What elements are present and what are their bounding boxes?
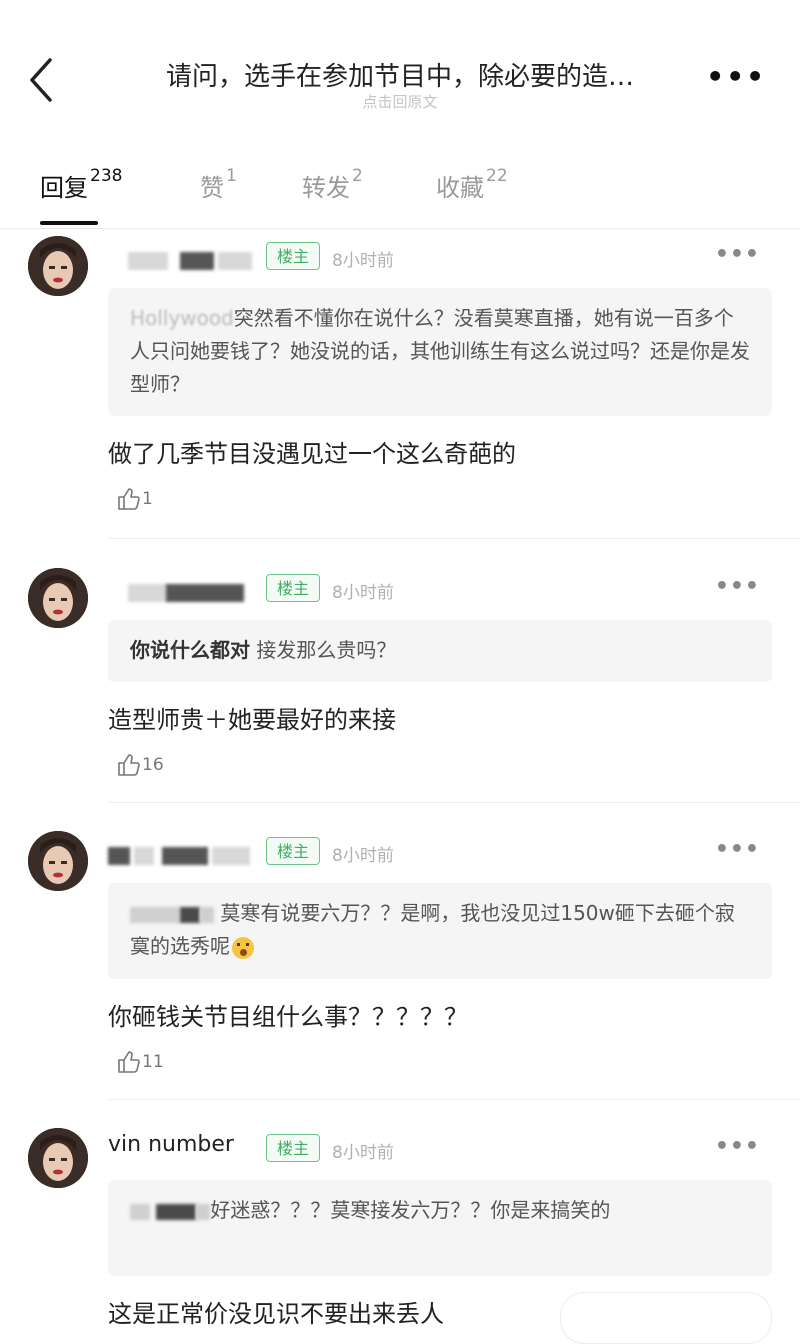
tab-bar: 回复 238 赞1 转发 2 收藏 22 <box>0 150 800 229</box>
op-badge: 楼主 <box>266 837 320 865</box>
more-dots-icon[interactable]: ••• <box>706 60 766 93</box>
tab-count: 22 <box>486 166 508 186</box>
quote-text: 接发那么贵吗？ <box>250 638 397 662</box>
quote-username: 你说什么都对 <box>130 638 250 662</box>
like-button[interactable]: 11 <box>116 1049 164 1075</box>
like-count: 1 <box>142 489 153 509</box>
thumbs-up-icon <box>118 1051 140 1073</box>
comment-more-icon[interactable]: ••• <box>715 837 760 862</box>
comment-body: 你砸钱关节目组什么事？？？？？ <box>108 1003 468 1031</box>
like-button[interactable]: 16 <box>116 752 164 778</box>
tab-count: 2 <box>352 166 363 186</box>
op-badge: 楼主 <box>266 574 320 602</box>
tab-count: 238 <box>90 166 123 186</box>
redacted-quote-user <box>180 906 200 923</box>
tab-label: 回复 <box>40 174 88 202</box>
active-tab-indicator <box>40 221 98 225</box>
redacted-quote-user <box>200 906 214 923</box>
avatar-image <box>28 236 88 296</box>
quote-prefix-blurred: Hollywood <box>130 306 234 330</box>
tab-favorites[interactable]: 收藏 22 <box>436 166 508 203</box>
quoted-reply[interactable]: 好迷惑？？？莫寒接发六万？？你是来搞笑的 <box>108 1180 772 1276</box>
avatar-image <box>28 568 88 628</box>
username[interactable]: vin number <box>108 1132 234 1157</box>
redacted-username <box>108 843 258 867</box>
page-title[interactable]: 请问，选手在参加节目中，除必要的造… <box>120 56 680 93</box>
like-count: 16 <box>142 755 164 775</box>
op-badge: 楼主 <box>266 242 320 270</box>
quote-text: 莫寒有说要六万？？是啊，我也没见过150w砸下去砸个寂寞的选秀呢 <box>130 901 735 958</box>
comment-time: 8小时前 <box>332 251 394 271</box>
redacted-username <box>108 248 258 272</box>
redacted-quote-user <box>156 1203 197 1220</box>
redacted-username <box>108 580 258 604</box>
like-count: 11 <box>142 1052 164 1072</box>
quoted-reply[interactable]: 你说什么都对 接发那么贵吗？ <box>108 620 772 682</box>
divider <box>108 1099 800 1100</box>
redacted-quote-user <box>196 1203 211 1220</box>
thumbs-up-icon <box>118 754 140 776</box>
comment-time: 8小时前 <box>332 583 394 603</box>
thumbs-up-icon <box>118 488 140 510</box>
comment-time: 8小时前 <box>332 846 394 866</box>
comment-more-icon[interactable]: ••• <box>715 242 760 267</box>
avatar-image <box>28 831 88 891</box>
floating-reply-box[interactable] <box>560 1292 772 1344</box>
chevron-left-icon <box>30 58 52 102</box>
tab-label: 赞 <box>200 174 224 202</box>
quoted-reply[interactable]: 莫寒有说要六万？？是啊，我也没见过150w砸下去砸个寂寞的选秀呢 <box>108 883 772 979</box>
op-badge: 楼主 <box>266 1134 320 1162</box>
comment-body: 做了几季节目没遇见过一个这么奇葩的 <box>108 440 516 468</box>
comment-time: 8小时前 <box>332 1143 394 1163</box>
redacted-quote-user <box>130 1203 150 1220</box>
top-bar: 请问，选手在参加节目中，除必要的造… 点击回原文 ••• <box>0 0 800 140</box>
back-button[interactable] <box>22 52 66 108</box>
comment-more-icon[interactable]: ••• <box>715 1134 760 1159</box>
avatar[interactable] <box>28 1128 88 1188</box>
avatar[interactable] <box>28 236 88 296</box>
quoted-reply[interactable]: Hollywood突然看不懂你在说什么？没看莫寒直播，她有说一百多个人只问她要钱… <box>108 288 772 416</box>
comment-body: 造型师贵＋她要最好的来接 <box>108 706 396 734</box>
back-to-original-link[interactable]: 点击回原文 <box>120 91 680 112</box>
comment-body: 这是正常价没见识不要出来丢人 <box>108 1300 444 1328</box>
like-button[interactable]: 1 <box>116 486 153 512</box>
divider <box>108 802 800 803</box>
tab-replies[interactable]: 回复 238 <box>40 166 123 225</box>
avatar[interactable] <box>28 831 88 891</box>
comment-more-icon[interactable]: ••• <box>715 574 760 599</box>
redacted-quote-user <box>130 906 180 923</box>
avatar[interactable] <box>28 568 88 628</box>
tab-count: 1 <box>226 166 237 186</box>
divider <box>108 538 800 539</box>
tab-label: 转发 <box>302 174 350 202</box>
avatar-image <box>28 1128 88 1188</box>
astonished-emoji-icon <box>232 936 254 959</box>
tab-reposts[interactable]: 转发 2 <box>302 166 363 203</box>
tab-label: 收藏 <box>436 174 484 202</box>
quote-text: 好迷惑？？？莫寒接发六万？？你是来搞笑的 <box>210 1198 611 1222</box>
tab-likes[interactable]: 赞1 <box>200 166 237 203</box>
